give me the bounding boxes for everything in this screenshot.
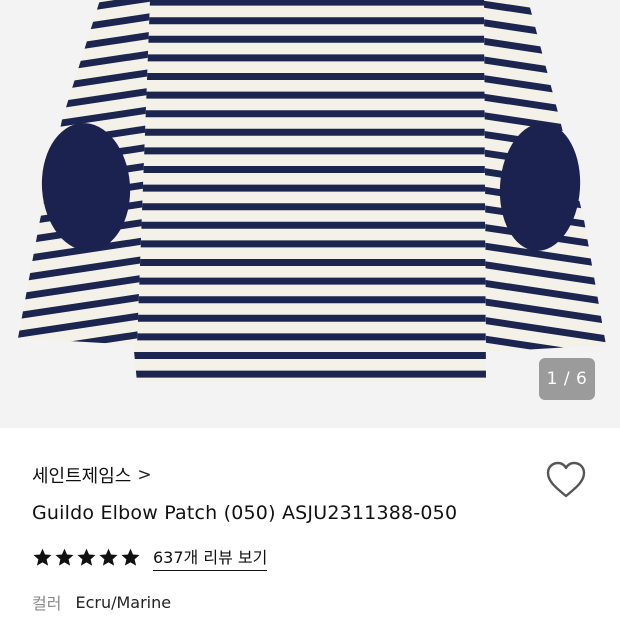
rating-stars	[32, 547, 141, 568]
star-icon	[99, 548, 118, 566]
star-icon	[77, 548, 96, 566]
counter-separator: /	[557, 369, 577, 389]
star-icon	[33, 548, 52, 566]
heart-outline-icon[interactable]	[545, 460, 587, 500]
product-image	[18, 0, 606, 382]
option-label: 컬러	[32, 594, 62, 613]
shirt-body	[100, 0, 486, 382]
chevron-right-icon: >	[137, 465, 152, 485]
image-page-counter: 1 / 6	[539, 358, 595, 400]
brand-name: 세인트제임스	[32, 466, 132, 487]
product-image-gallery[interactable]: 1 / 6	[0, 0, 620, 428]
rating-row: 637개 리뷰 보기	[32, 544, 268, 571]
color-option: 컬러 Ecru/Marine	[32, 590, 171, 614]
counter-total: 6	[576, 369, 588, 389]
review-link[interactable]: 637개 리뷰 보기	[153, 544, 268, 571]
star-icon	[55, 548, 74, 566]
product-info-panel: 세인트제임스 > Guildo Elbow Patch (050) ASJU23…	[0, 428, 620, 620]
option-value: Ecru/Marine	[75, 592, 172, 612]
brand-link[interactable]: 세인트제임스 >	[32, 462, 152, 488]
product-detail-screen: 1 / 6 세인트제임스 > Guildo Elbow Patch (050) …	[0, 0, 620, 620]
star-icon	[121, 548, 140, 566]
product-title: Guildo Elbow Patch (050) ASJU2311388-050	[32, 502, 458, 524]
counter-current: 1	[546, 369, 558, 389]
